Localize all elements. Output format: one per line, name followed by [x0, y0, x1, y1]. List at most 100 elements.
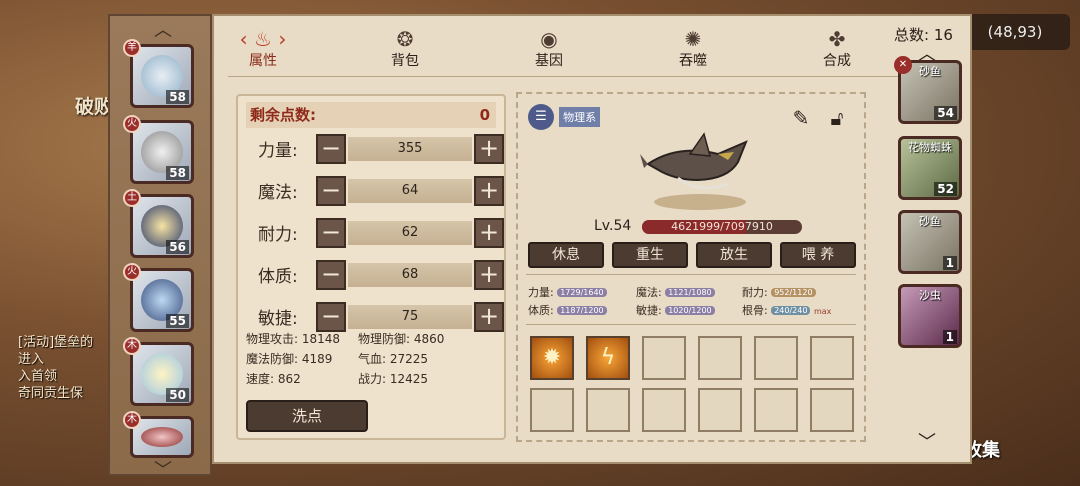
hp-bar: 4621999/7097910	[642, 220, 802, 234]
tab-label: 属性	[249, 53, 277, 69]
attr-label: 魔法:	[636, 286, 662, 299]
rest-button[interactable]: 休息	[528, 242, 604, 268]
scroll-down-icon[interactable]: ﹀	[154, 456, 172, 482]
scroll-down-icon[interactable]: ﹀	[918, 428, 936, 454]
divider	[526, 324, 856, 325]
minus-button[interactable]: −	[316, 134, 346, 164]
growth-root-bone: 根骨: 240/240 max	[742, 302, 831, 318]
minus-button[interactable]: −	[316, 176, 346, 206]
lock-icon[interactable]: 🔓︎	[824, 106, 850, 132]
remaining-label: 剩余点数:	[250, 106, 316, 124]
pet-card[interactable]: 火 55	[123, 263, 194, 332]
skill-slot[interactable]: ϟ	[586, 336, 630, 380]
map-coordinate: (48,93)	[960, 14, 1070, 50]
devour-icon: ✺	[684, 27, 702, 51]
pet-list-left[interactable]: ︿ 羊 58 火 58 土 56 火 55 木 50 木 ﹀	[108, 14, 212, 481]
bag-icon: ❂	[396, 27, 414, 51]
power-stat: 战力: 12425	[358, 372, 429, 386]
stat-label: 魔法:	[258, 183, 298, 203]
synthesis-icon: ✤	[828, 27, 846, 51]
tab-bag[interactable]: ❂ 背包	[360, 28, 450, 70]
stat-row-constitution: 体质: − 68 +	[246, 260, 504, 290]
phys-defense: 物理防御: 4860	[358, 332, 445, 346]
class-chip[interactable]: ☰ 物理系	[528, 104, 601, 130]
tab-synthesis[interactable]: ✤ 合成	[792, 28, 882, 70]
pet-level: 54	[934, 106, 957, 120]
skill-slot-empty[interactable]	[754, 336, 798, 380]
pet-level: 58	[166, 166, 189, 180]
plus-button[interactable]: +	[474, 260, 504, 290]
divider	[526, 274, 856, 275]
stat-label: 耐力:	[258, 225, 298, 245]
stat-value: 64	[348, 179, 472, 203]
element-badge-icon: 木	[123, 411, 141, 429]
rebirth-button[interactable]: 重生	[612, 242, 688, 268]
pet-card[interactable]: 羊 58	[123, 39, 194, 108]
skill-slot[interactable]: ✹	[530, 336, 574, 380]
speed-stat: 速度: 862	[246, 372, 301, 386]
plus-button[interactable]: +	[474, 176, 504, 206]
skill-slot-empty[interactable]	[586, 388, 630, 432]
gene-icon: ◉	[540, 27, 558, 51]
skill-slot-empty[interactable]	[698, 388, 742, 432]
pet-portrait	[141, 427, 183, 447]
chat-log: [活动]堡垒的 进入 入首领 奇同贡生保	[18, 334, 114, 402]
stat-label: 体质:	[258, 267, 298, 287]
attr-value: 240/240	[771, 306, 811, 315]
pet-card[interactable]: 木	[123, 411, 194, 458]
stat-row-strength: 力量: − 355 +	[246, 134, 504, 164]
chat-line: 进入	[18, 352, 45, 367]
attr-label: 力量:	[528, 286, 554, 299]
pet-card[interactable]: 花物蜘蛛 52	[898, 136, 962, 200]
skill-slot-empty[interactable]	[642, 388, 686, 432]
close-icon[interactable]: ✕	[894, 56, 912, 74]
skill-slot-empty[interactable]	[698, 336, 742, 380]
tab-label: 吞噬	[679, 53, 707, 69]
plus-button[interactable]: +	[474, 134, 504, 164]
tab-label: 背包	[391, 53, 419, 69]
pet-level: 1	[942, 330, 957, 344]
pet-card[interactable]: 砂鱼 1	[898, 210, 962, 274]
pet-card[interactable]: 土 56	[123, 189, 194, 258]
feed-button[interactable]: 喂 养	[780, 242, 856, 268]
plus-button[interactable]: +	[474, 302, 504, 332]
minus-button[interactable]: −	[316, 218, 346, 248]
growth-constitution: 体质: 1187/1200	[528, 302, 607, 318]
pet-card[interactable]: 沙虫 1	[898, 284, 962, 348]
tab-gene[interactable]: ◉ 基因	[504, 28, 594, 70]
rename-feather-icon[interactable]: ✎	[788, 106, 814, 132]
skill-slot-empty[interactable]	[810, 336, 854, 380]
attr-value: 1020/1200	[665, 306, 715, 315]
tab-attributes[interactable]: ‹ ♨ › 属性	[218, 28, 308, 70]
plus-button[interactable]: +	[474, 218, 504, 248]
skill-slot-empty[interactable]	[530, 388, 574, 432]
attr-value: 952/1120	[771, 288, 816, 297]
attr-label: 根骨:	[742, 304, 768, 317]
attr-value: 1187/1200	[557, 306, 607, 315]
element-badge-icon: 木	[123, 337, 141, 355]
element-badge-icon: 火	[123, 263, 141, 281]
pet-name: 砂鱼	[919, 215, 941, 228]
release-button[interactable]: 放生	[696, 242, 772, 268]
tab-devour[interactable]: ✺ 吞噬	[648, 28, 738, 70]
tab-label: 合成	[823, 53, 851, 69]
skill-slot-empty[interactable]	[754, 388, 798, 432]
pet-level: 52	[934, 182, 957, 196]
scroll-up-icon[interactable]: ︿	[154, 16, 172, 42]
reset-points-button[interactable]: 洗点	[246, 400, 368, 432]
minus-button[interactable]: −	[316, 302, 346, 332]
stat-label: 敏捷:	[258, 309, 298, 329]
minus-button[interactable]: −	[316, 260, 346, 290]
pet-card[interactable]: 火 58	[123, 115, 194, 184]
pet-card[interactable]: 木 50	[123, 337, 194, 406]
attr-label: 耐力:	[742, 286, 768, 299]
remaining-points: 剩余点数: 0	[246, 102, 496, 128]
skill-slot-empty[interactable]	[810, 388, 854, 432]
stat-value: 355	[348, 137, 472, 161]
pet-name: 沙虫	[919, 289, 941, 302]
skill-slot-empty[interactable]	[642, 336, 686, 380]
element-badge-icon: 土	[123, 189, 141, 207]
phys-attack: 物理攻击: 18148	[246, 332, 341, 346]
sun-skill-icon: ✹	[542, 345, 562, 370]
tab-divider	[228, 76, 956, 77]
